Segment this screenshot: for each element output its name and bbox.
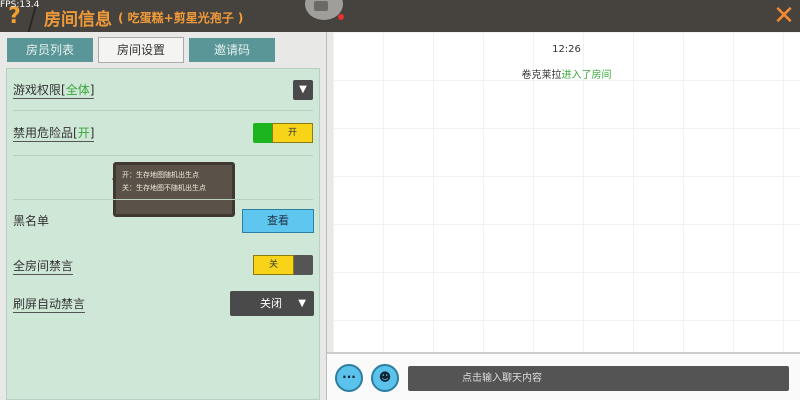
page-title: 房间信息 — [44, 10, 112, 30]
permission-dropdown[interactable]: ▼ — [293, 80, 313, 100]
chevron-down-icon: ▼ — [298, 298, 306, 309]
chat-timestamp: 12:26 — [552, 44, 581, 55]
game-permission-value: 全体 — [65, 83, 90, 97]
title-bar: ? 房间信息 ( 吃蛋糕+剪星光孢子 ) ✕ — [0, 0, 800, 32]
toggle-knob: 关 — [253, 255, 294, 275]
toggle-knob: 开 — [272, 123, 313, 143]
spam-mute-value: 关闭 — [260, 297, 282, 310]
game-permission-row: 游戏权限[全体] — [13, 83, 95, 99]
settings-pane: 房员列表 房间设置 邀请码 游戏权限[全体] ▼ 禁用危险品[开] 开 开：生存… — [0, 32, 327, 400]
chat-area: 12:26 卷克莱拉进入了房间 — [333, 32, 800, 352]
tab-invite-code[interactable]: 邀请码 — [189, 38, 275, 62]
ban-dangerous-label: 禁用危险品 — [13, 126, 74, 140]
spam-mute-label: 刷屏自动禁言 — [13, 297, 86, 313]
ban-dangerous-toggle[interactable]: 开 — [253, 123, 313, 143]
mute-all-toggle[interactable]: 关 — [253, 255, 313, 275]
spam-mute-select[interactable]: 关闭 ▼ — [230, 291, 314, 316]
settings-panel: 游戏权限[全体] ▼ 禁用危险品[开] 开 开：生存地图随机出生点 关：生存地图不… — [6, 68, 320, 400]
mute-all-label: 全房间禁言 — [13, 259, 74, 275]
divider — [13, 110, 313, 111]
tooltip-line: 开：生存地图随机出生点 — [122, 171, 199, 179]
tooltip: 开：生存地图随机出生点 关：生存地图不随机出生点 — [112, 162, 235, 217]
chevron-down-icon: ▼ — [299, 84, 307, 95]
chat-message: 卷克莱拉进入了房间 — [333, 66, 800, 81]
ban-dangerous-row: 禁用危险品[开] — [13, 126, 95, 142]
ban-dangerous-value: 开 — [77, 126, 90, 140]
fps-counter: FPS:13.4 — [0, 0, 40, 10]
blacklist-label: 黑名单 — [13, 214, 50, 228]
system-text: 进入了房间 — [561, 70, 612, 81]
tab-members[interactable]: 房员列表 — [7, 38, 93, 62]
tab-room-settings[interactable]: 房间设置 — [98, 37, 184, 63]
sender: 卷克莱拉 — [521, 70, 562, 81]
more-options-icon[interactable]: ··· — [335, 364, 363, 392]
chat-input[interactable]: 点击输入聊天内容 — [408, 366, 789, 391]
room-name: ( 吃蛋糕+剪星光孢子 ) — [118, 11, 244, 25]
chat-input-bar: ··· ☻ 点击输入聊天内容 — [327, 352, 800, 400]
view-blacklist-button[interactable]: 查看 — [242, 209, 314, 233]
close-button[interactable]: ✕ — [768, 0, 800, 32]
emoji-icon[interactable]: ☻ — [371, 364, 399, 392]
game-permission-label: 游戏权限 — [13, 83, 62, 97]
divider — [13, 155, 313, 156]
divider — [13, 199, 313, 200]
notification-dot — [338, 14, 344, 20]
tooltip-line: 关：生存地图不随机出生点 — [122, 184, 206, 192]
